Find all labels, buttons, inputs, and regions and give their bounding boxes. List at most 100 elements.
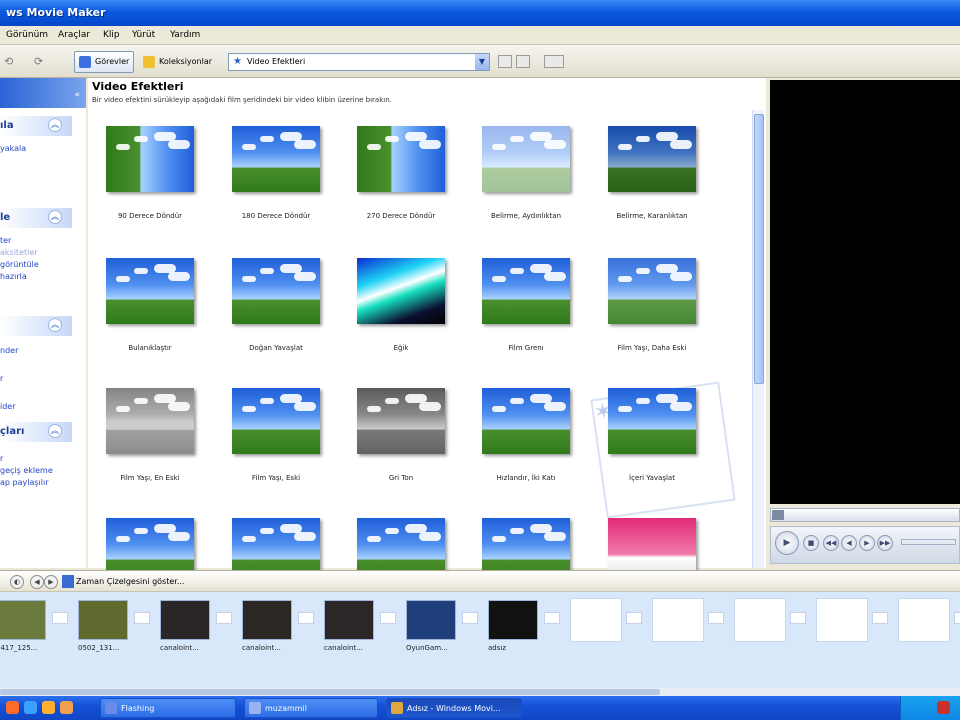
timeline-icon[interactable] [62, 575, 74, 588]
effect-tile[interactable]: 180 Derece Döndür [216, 126, 326, 236]
storyboard-clip[interactable] [160, 600, 210, 640]
transition-slot[interactable] [216, 612, 232, 624]
split-icon[interactable] [772, 510, 784, 520]
effect-thumbnail[interactable] [608, 258, 696, 324]
transition-slot[interactable] [134, 612, 150, 624]
transition-slot[interactable] [544, 612, 560, 624]
tasks-button[interactable]: Görevler [74, 51, 135, 73]
effect-tile[interactable]: Film Yaşı, Eski [216, 388, 326, 498]
quicklaunch-media-icon[interactable] [60, 701, 73, 714]
transition-slot[interactable] [708, 612, 724, 624]
record-narration-icon[interactable]: ◐ [10, 575, 24, 589]
link-3[interactable]: görüntüle [0, 260, 39, 269]
storyboard-clip[interactable] [78, 600, 128, 640]
effect-thumbnail[interactable] [482, 126, 570, 192]
storyboard-clip[interactable] [406, 600, 456, 640]
transition-slot[interactable] [954, 612, 960, 624]
link-6[interactable]: r [0, 374, 3, 383]
chevron-down-icon[interactable]: ▼ [475, 54, 489, 70]
effect-tile[interactable]: 90 Derece Döndür [90, 126, 200, 236]
effect-tile[interactable]: Belirme, Aydınlıktan [466, 126, 576, 236]
redo-icon[interactable]: ⟳ [34, 55, 43, 68]
show-timeline-label[interactable]: Zaman Çizelgesini göster... [76, 577, 184, 586]
effect-thumbnail[interactable] [608, 126, 696, 192]
link-11[interactable]: ap paylaşılır [0, 478, 49, 487]
effect-thumbnail[interactable] [232, 126, 320, 192]
empty-clip-slot[interactable] [652, 598, 704, 642]
link-10[interactable]: geçiş ekleme [0, 466, 53, 475]
chevron-up-icon[interactable]: ︽ [48, 424, 62, 438]
transition-slot[interactable] [380, 612, 396, 624]
next-frame-button[interactable]: ▶ [859, 535, 875, 551]
effect-thumbnail[interactable] [482, 258, 570, 324]
storyboard-clip[interactable] [242, 600, 292, 640]
previous-frame-button[interactable]: ◀ [841, 535, 857, 551]
transition-slot[interactable] [462, 612, 478, 624]
chevron-up-icon[interactable]: ︽ [48, 210, 62, 224]
link-4[interactable]: hazırla [0, 272, 27, 281]
menu-help[interactable]: Yardım [170, 30, 200, 40]
collection-dropdown[interactable]: ★ Video Efektleri ▼ [228, 53, 490, 71]
taskbar-item-2[interactable]: muzammil [244, 698, 378, 718]
chevron-up-icon[interactable]: ︽ [48, 118, 62, 132]
effect-tile[interactable]: Hızlandır, İki Katı [466, 388, 576, 498]
empty-clip-slot[interactable] [898, 598, 950, 642]
up-folder-icon[interactable] [498, 55, 512, 68]
play-storyboard-icon[interactable]: ▶ [44, 575, 58, 589]
effect-thumbnail[interactable] [106, 126, 194, 192]
effect-tile[interactable]: Film Grenı [466, 258, 576, 368]
storyboard-scrollbar[interactable] [0, 688, 960, 696]
play-button[interactable]: ▶ [775, 531, 799, 555]
effect-tile[interactable]: Gri Ton [341, 388, 451, 498]
collections-button[interactable]: Koleksiyonlar [138, 51, 217, 73]
empty-clip-slot[interactable] [734, 598, 786, 642]
effect-tile[interactable]: Belirme, Karanlıktan [592, 126, 702, 236]
effect-thumbnail[interactable] [357, 126, 445, 192]
transition-slot[interactable] [872, 612, 888, 624]
quicklaunch-folder-icon[interactable] [42, 701, 55, 714]
rewind-storyboard-icon[interactable]: ◀ [30, 575, 44, 589]
storyboard-scroll-thumb[interactable] [0, 689, 660, 695]
link-7[interactable]: ider [0, 402, 16, 411]
effect-thumbnail[interactable] [608, 388, 696, 454]
seek-bar[interactable] [770, 508, 960, 522]
menu-tools[interactable]: Araçlar [58, 30, 90, 40]
collapse-icon[interactable]: « [74, 90, 80, 100]
storyboard-clip[interactable] [324, 600, 374, 640]
rewind-button[interactable]: ◀◀ [823, 535, 839, 551]
effect-tile[interactable]: Eğik [341, 258, 451, 368]
view-options-icon[interactable] [544, 55, 564, 68]
undo-icon[interactable]: ⟲ [4, 55, 13, 68]
effect-tile[interactable]: Film Yaşı, Daha Eski [592, 258, 702, 368]
volume-slider[interactable] [901, 539, 956, 545]
storyboard-clip[interactable] [0, 600, 46, 640]
tray-icon[interactable] [937, 701, 950, 714]
menu-view[interactable]: Görünüm [6, 30, 48, 40]
stop-button[interactable]: ■ [803, 535, 819, 551]
empty-clip-slot[interactable] [816, 598, 868, 642]
link-2[interactable]: aksitetler [0, 248, 38, 257]
link-5[interactable]: nder [0, 346, 18, 355]
effects-scrollbar[interactable] [752, 110, 764, 568]
effect-thumbnail[interactable] [482, 388, 570, 454]
storyboard-clip[interactable] [488, 600, 538, 640]
taskbar-item-3[interactable]: Adsız - Windows Movi... [386, 698, 522, 718]
effect-tile[interactable]: Bulanıklaştır [90, 258, 200, 368]
empty-clip-slot[interactable] [570, 598, 622, 642]
link-1[interactable]: ter [0, 236, 11, 245]
chevron-up-icon[interactable]: ︽ [48, 318, 62, 332]
effect-thumbnail[interactable] [357, 258, 445, 324]
effect-thumbnail[interactable] [357, 388, 445, 454]
scrollbar-thumb[interactable] [754, 114, 764, 384]
quicklaunch-ie-icon[interactable] [24, 701, 37, 714]
effect-thumbnail[interactable] [232, 388, 320, 454]
transition-slot[interactable] [52, 612, 68, 624]
effect-thumbnail[interactable] [106, 388, 194, 454]
fast-forward-button[interactable]: ▶▶ [877, 535, 893, 551]
effect-tile[interactable]: Film Yaşı, En Eski [90, 388, 200, 498]
transition-slot[interactable] [298, 612, 314, 624]
effect-thumbnail[interactable] [232, 258, 320, 324]
taskbar-item-1[interactable]: Flashing [100, 698, 236, 718]
effect-thumbnail[interactable] [106, 258, 194, 324]
title-bar[interactable]: ws Movie Maker [0, 0, 960, 26]
